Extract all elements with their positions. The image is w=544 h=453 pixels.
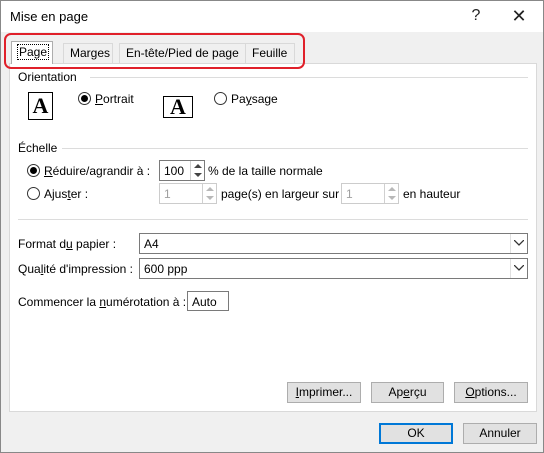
page-tab-panel: Orientation A Portrait A Paysage Échelle… — [9, 63, 537, 412]
print-quality-dropdown[interactable] — [510, 259, 527, 278]
scale-percent-value[interactable]: 100 — [164, 164, 184, 178]
page-setup-dialog: Mise en page ? ✕ Page Marges En-tête/Pie… — [0, 0, 544, 453]
fit-pages-wide-suffix: page(s) en largeur sur — [221, 187, 340, 201]
cancel-button[interactable]: Annuler — [463, 423, 537, 444]
scale-percent-suffix: % de la taille normale — [208, 164, 323, 178]
scale-percent-spinner[interactable]: 100 — [159, 160, 205, 181]
print-preview-button[interactable]: Aperçu — [371, 382, 444, 403]
portrait-page-icon: A — [28, 92, 53, 120]
ok-button[interactable]: OK — [379, 423, 453, 444]
tab-sheet[interactable]: Feuille — [245, 43, 295, 63]
title-bar: Mise en page ? ✕ — [1, 1, 543, 32]
paper-size-label: Format du papier : — [18, 237, 117, 251]
scaling-heading: Échelle — [18, 141, 58, 155]
dialog-title: Mise en page — [10, 9, 89, 24]
landscape-label[interactable]: Paysage — [231, 92, 278, 106]
scaling-divider — [62, 148, 528, 149]
print-quality-select[interactable]: 600 ppp — [139, 258, 528, 279]
print-button[interactable]: Imprimer... — [287, 382, 361, 403]
fit-pages-wide-spinner[interactable]: 1 — [159, 183, 217, 204]
adjust-to-label[interactable]: Réduire/agrandir à : — [44, 164, 150, 178]
fit-pages-tall-value[interactable]: 1 — [346, 187, 353, 201]
spin-up-icon[interactable] — [206, 187, 214, 191]
fit-pages-wide-value[interactable]: 1 — [164, 187, 171, 201]
tab-margins[interactable]: Marges — [63, 43, 113, 63]
chevron-down-icon — [514, 240, 524, 246]
print-quality-label: Qualité d'impression : — [18, 262, 134, 276]
fit-to-label[interactable]: Ajuster : — [44, 187, 88, 201]
portrait-radio[interactable] — [78, 92, 91, 105]
print-quality-value[interactable]: 600 ppp — [144, 262, 187, 276]
orientation-divider — [90, 77, 528, 78]
tab-header-footer[interactable]: En-tête/Pied de page — [119, 43, 247, 63]
spin-down-icon[interactable] — [194, 173, 202, 177]
fit-pages-tall-suffix: en hauteur — [403, 187, 461, 201]
fit-pages-tall-spinner[interactable]: 1 — [341, 183, 399, 204]
options-button[interactable]: Options... — [454, 382, 528, 403]
paper-size-select[interactable]: A4 — [139, 233, 528, 254]
orientation-heading: Orientation — [18, 70, 77, 84]
portrait-label[interactable]: Portrait — [95, 92, 134, 106]
paper-size-value[interactable]: A4 — [144, 237, 159, 251]
spin-down-icon[interactable] — [206, 196, 214, 200]
spin-up-icon[interactable] — [388, 187, 396, 191]
spin-down-icon[interactable] — [388, 196, 396, 200]
help-button[interactable]: ? — [456, 3, 496, 29]
landscape-page-icon: A — [163, 96, 193, 118]
tab-page[interactable]: Page — [11, 41, 53, 64]
adjust-to-radio[interactable] — [27, 164, 40, 177]
first-page-number-label: Commencer la numérotation à : — [18, 295, 187, 309]
paper-size-dropdown[interactable] — [510, 234, 527, 253]
close-button[interactable]: ✕ — [499, 3, 539, 29]
first-page-number-input[interactable]: Auto — [187, 291, 229, 311]
paper-divider — [18, 219, 528, 220]
fit-to-radio[interactable] — [27, 187, 40, 200]
chevron-down-icon — [514, 265, 524, 271]
first-page-number-value[interactable]: Auto — [192, 295, 217, 309]
spin-up-icon[interactable] — [194, 164, 202, 168]
landscape-radio[interactable] — [214, 92, 227, 105]
